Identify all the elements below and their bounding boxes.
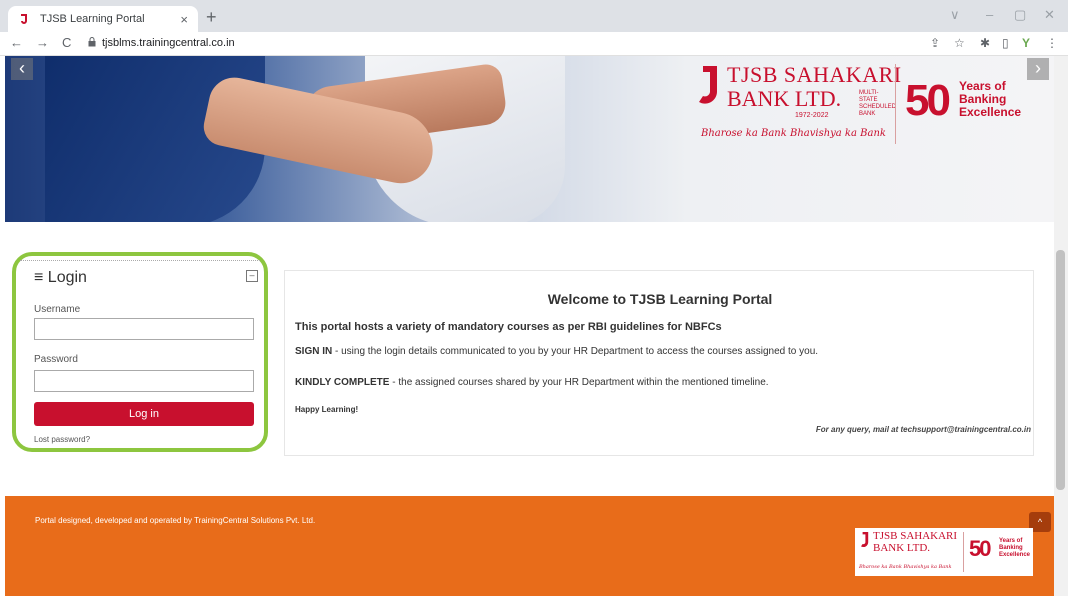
new-tab-button[interactable]: +: [206, 7, 217, 28]
footer-credit: Portal designed, developed and operated …: [35, 516, 316, 525]
logo-years: 1972-2022: [795, 112, 829, 119]
back-button[interactable]: ←: [10, 35, 23, 50]
welcome-subtitle: This portal hosts a variety of mandatory…: [295, 321, 722, 333]
anniversary-text: Years of Banking Excellence: [959, 79, 1022, 119]
tjsb-logo: TJSB SAHAKARI BANK LTD. MULTI-STATE SCHE…: [695, 62, 1025, 152]
extensions-icon[interactable]: ✱: [980, 36, 990, 50]
tab-search-icon[interactable]: ∨: [950, 7, 960, 23]
reload-button[interactable]: C: [62, 35, 71, 50]
footer-j-logo-icon: [861, 532, 869, 548]
menu-icon: ≡: [34, 269, 44, 286]
signin-instruction: SIGN IN - using the login details commun…: [295, 346, 818, 357]
browser-tab-bar: TJSB Learning Portal × + ∨ – ▢ ✕: [0, 0, 1068, 32]
username-input[interactable]: [34, 318, 254, 340]
login-divider: [20, 260, 260, 261]
welcome-panel: Welcome to TJSB Learning Portal This por…: [284, 270, 1034, 456]
signin-strong: SIGN IN: [295, 346, 333, 357]
support-query-text: For any query, mail at techsupport@train…: [815, 425, 1031, 434]
footer-logo-line1: TJSB SAHAKARI: [873, 530, 958, 542]
minimize-button[interactable]: –: [986, 7, 993, 22]
banner-next-button[interactable]: ›: [1027, 58, 1049, 80]
welcome-title: Welcome to TJSB Learning Portal: [547, 291, 773, 307]
happy-learning: Happy Learning!: [295, 405, 359, 414]
page-viewport: ‹ › TJSB SAHAKARI BANK LTD. MULTI-STATE …: [0, 56, 1054, 596]
lock-icon: [88, 37, 96, 50]
page-scrollbar-thumb[interactable]: [1056, 250, 1065, 490]
hero-banner: ‹ › TJSB SAHAKARI BANK LTD. MULTI-STATE …: [5, 56, 1054, 222]
maximize-button[interactable]: ▢: [1014, 7, 1026, 23]
footer-logo: TJSB SAHAKARI BANK LTD. Bharose ka Bank …: [855, 528, 1033, 576]
complete-text: - the assigned courses shared by your HR…: [389, 377, 769, 388]
logo-line1: TJSB SAHAKARI: [727, 62, 902, 87]
browser-tab[interactable]: TJSB Learning Portal ×: [8, 6, 198, 32]
footer-logo-divider: [963, 532, 964, 572]
tjsb-j-logo-icon: [699, 66, 717, 104]
close-window-button[interactable]: ✕: [1044, 7, 1055, 23]
logo-divider: [895, 64, 896, 144]
tjsb-favicon-icon: [18, 13, 30, 25]
footer: Portal designed, developed and operated …: [5, 496, 1054, 596]
profile-icon[interactable]: Y: [1022, 36, 1030, 50]
lost-password-link[interactable]: Lost password?: [34, 435, 90, 444]
footer-anniversary-number: 50: [969, 536, 992, 561]
logo-multistate: MULTI-STATE SCHEDULED BANK: [859, 90, 897, 117]
anniversary-number: 50: [905, 76, 951, 125]
password-label: Password: [34, 354, 78, 365]
password-input[interactable]: [34, 370, 254, 392]
banner-prev-button[interactable]: ‹: [11, 58, 33, 80]
complete-strong: KINDLY COMPLETE: [295, 377, 390, 388]
address-bar: ← → C tjsblms.trainingcentral.co.in ⇪ ☆ …: [0, 32, 1068, 56]
tab-close-icon[interactable]: ×: [180, 12, 188, 27]
footer-logo-line2: BANK LTD.: [873, 542, 931, 554]
logo-tagline: Bharose ka Bank Bhavishya ka Bank: [701, 128, 886, 139]
login-button[interactable]: Log in: [34, 402, 254, 426]
bookmark-star-icon[interactable]: ☆: [954, 36, 965, 50]
complete-instruction: KINDLY COMPLETE - the assigned courses s…: [295, 377, 769, 388]
login-title-text: Login: [47, 269, 87, 286]
signin-text: - using the login details communicated t…: [332, 346, 819, 357]
collapse-block-button[interactable]: –: [246, 270, 258, 282]
tab-title: TJSB Learning Portal: [40, 13, 145, 25]
url-text[interactable]: tjsblms.trainingcentral.co.in: [102, 37, 235, 49]
login-title: ≡ Login: [34, 269, 87, 287]
browser-menu-icon[interactable]: ⋮: [1046, 36, 1058, 50]
logo-line2: BANK LTD.: [727, 86, 842, 111]
forward-button[interactable]: →: [36, 35, 49, 50]
footer-logo-tagline: Bharose ka Bank Bhavishya ka Bank: [859, 564, 952, 570]
username-label: Username: [34, 304, 81, 315]
side-panel-icon[interactable]: ▯: [1002, 36, 1009, 50]
footer-anniversary-text: Years of Banking Excellence: [999, 538, 1031, 558]
share-icon[interactable]: ⇪: [930, 36, 940, 50]
